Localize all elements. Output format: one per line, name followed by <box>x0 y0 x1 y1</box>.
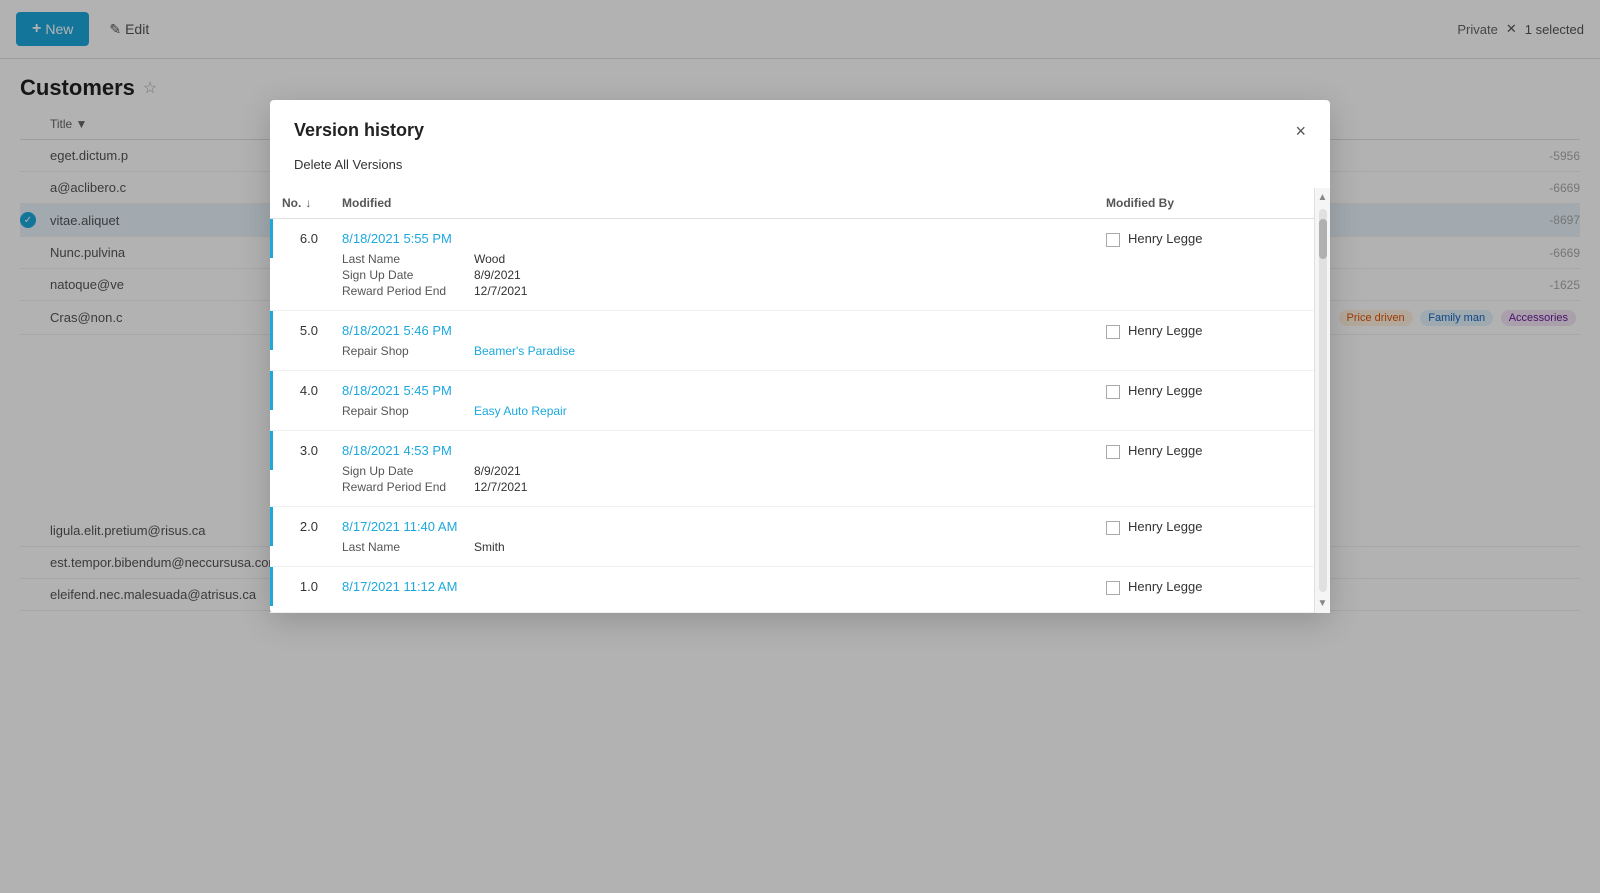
col-modby-header: Modified By <box>1094 196 1314 210</box>
version-modified-by: Henry Legge <box>1094 507 1314 547</box>
change-field: Reward Period End <box>342 284 462 298</box>
col-no-header[interactable]: No. ↓ <box>270 196 330 210</box>
version-changes: Repair Shop Easy Auto Repair <box>342 404 1082 418</box>
version-date[interactable]: 8/17/2021 11:40 AM <box>342 519 1082 534</box>
version-date[interactable]: 8/18/2021 4:53 PM <box>342 443 1082 458</box>
change-value: Smith <box>474 540 505 554</box>
modal-actions: Delete All Versions <box>270 141 1330 188</box>
change-value[interactable]: Easy Auto Repair <box>474 404 567 418</box>
version-change: Sign Up Date 8/9/2021 <box>342 464 1082 478</box>
modified-by-name: Henry Legge <box>1128 519 1202 534</box>
change-field: Sign Up Date <box>342 268 462 282</box>
modal-title: Version history <box>294 120 424 141</box>
modal-overlay: Version history × Delete All Versions No… <box>0 0 1600 893</box>
delete-all-button[interactable]: Delete All Versions <box>294 153 402 176</box>
version-change: Last Name Smith <box>342 540 1082 554</box>
version-number: 1.0 <box>270 567 330 606</box>
change-field: Sign Up Date <box>342 464 462 478</box>
version-content: 8/18/2021 4:53 PM Sign Up Date 8/9/2021 … <box>330 431 1094 506</box>
change-value: Wood <box>474 252 505 266</box>
version-content: 8/17/2021 11:40 AM Last Name Smith <box>330 507 1094 566</box>
version-modified-by: Henry Legge <box>1094 567 1314 607</box>
version-change: Reward Period End 12/7/2021 <box>342 284 1082 298</box>
version-change: Last Name Wood <box>342 252 1082 266</box>
version-row: 1.0 8/17/2021 11:12 AM Henry Legge <box>270 567 1314 613</box>
version-table: No. ↓ Modified Modified By 6.0 8/18/2021… <box>270 188 1314 613</box>
modal-body: No. ↓ Modified Modified By 6.0 8/18/2021… <box>270 188 1330 613</box>
modal-close-button[interactable]: × <box>1295 122 1306 140</box>
col-modified-header: Modified <box>330 196 1094 210</box>
version-date[interactable]: 8/18/2021 5:46 PM <box>342 323 1082 338</box>
version-modified-by: Henry Legge <box>1094 371 1314 411</box>
version-number: 6.0 <box>270 219 330 258</box>
version-checkbox[interactable] <box>1106 581 1120 595</box>
modified-by-name: Henry Legge <box>1128 383 1202 398</box>
version-date[interactable]: 8/17/2021 11:12 AM <box>342 579 1082 594</box>
version-change: Repair Shop Beamer's Paradise <box>342 344 1082 358</box>
version-number: 3.0 <box>270 431 330 470</box>
version-content: 8/18/2021 5:46 PM Repair Shop Beamer's P… <box>330 311 1094 370</box>
version-content: 8/18/2021 5:55 PM Last Name Wood Sign Up… <box>330 219 1094 310</box>
version-checkbox[interactable] <box>1106 521 1120 535</box>
version-checkbox[interactable] <box>1106 445 1120 459</box>
change-value: 8/9/2021 <box>474 268 521 282</box>
version-row: 6.0 8/18/2021 5:55 PM Last Name Wood Sig… <box>270 219 1314 311</box>
version-change: Repair Shop Easy Auto Repair <box>342 404 1082 418</box>
modal-header: Version history × <box>270 100 1330 141</box>
change-field: Repair Shop <box>342 404 462 418</box>
version-changes: Sign Up Date 8/9/2021 Reward Period End … <box>342 464 1082 494</box>
version-rows: 6.0 8/18/2021 5:55 PM Last Name Wood Sig… <box>270 219 1314 613</box>
scroll-up-arrow[interactable]: ▲ <box>1316 190 1330 205</box>
version-checkbox[interactable] <box>1106 325 1120 339</box>
scroll-track <box>1319 209 1327 592</box>
change-field: Last Name <box>342 252 462 266</box>
version-row: 2.0 8/17/2021 11:40 AM Last Name Smith H… <box>270 507 1314 567</box>
change-value: 8/9/2021 <box>474 464 521 478</box>
version-modified-by: Henry Legge <box>1094 431 1314 471</box>
version-checkbox[interactable] <box>1106 233 1120 247</box>
version-modified-by: Henry Legge <box>1094 219 1314 259</box>
version-changes: Last Name Wood Sign Up Date 8/9/2021 Rew… <box>342 252 1082 298</box>
version-content: 8/17/2021 11:12 AM <box>330 567 1094 612</box>
change-value[interactable]: Beamer's Paradise <box>474 344 575 358</box>
version-modified-by: Henry Legge <box>1094 311 1314 351</box>
version-row: 5.0 8/18/2021 5:46 PM Repair Shop Beamer… <box>270 311 1314 371</box>
version-content: 8/18/2021 5:45 PM Repair Shop Easy Auto … <box>330 371 1094 430</box>
modified-by-name: Henry Legge <box>1128 323 1202 338</box>
version-number: 2.0 <box>270 507 330 546</box>
version-changes: Last Name Smith <box>342 540 1082 554</box>
version-changes: Repair Shop Beamer's Paradise <box>342 344 1082 358</box>
version-row: 4.0 8/18/2021 5:45 PM Repair Shop Easy A… <box>270 371 1314 431</box>
change-value: 12/7/2021 <box>474 284 527 298</box>
scroll-thumb <box>1319 219 1327 259</box>
version-change: Reward Period End 12/7/2021 <box>342 480 1082 494</box>
version-number: 5.0 <box>270 311 330 350</box>
version-row: 3.0 8/18/2021 4:53 PM Sign Up Date 8/9/2… <box>270 431 1314 507</box>
version-date[interactable]: 8/18/2021 5:55 PM <box>342 231 1082 246</box>
change-field: Reward Period End <box>342 480 462 494</box>
change-value: 12/7/2021 <box>474 480 527 494</box>
modified-by-name: Henry Legge <box>1128 443 1202 458</box>
version-checkbox[interactable] <box>1106 385 1120 399</box>
version-table-header: No. ↓ Modified Modified By <box>270 188 1314 219</box>
version-change: Sign Up Date 8/9/2021 <box>342 268 1082 282</box>
version-number: 4.0 <box>270 371 330 410</box>
scroll-down-arrow[interactable]: ▼ <box>1316 596 1330 611</box>
change-field: Repair Shop <box>342 344 462 358</box>
modified-by-name: Henry Legge <box>1128 231 1202 246</box>
version-date[interactable]: 8/18/2021 5:45 PM <box>342 383 1082 398</box>
modal-scrollbar[interactable]: ▲ ▼ <box>1314 188 1330 613</box>
change-field: Last Name <box>342 540 462 554</box>
version-history-modal: Version history × Delete All Versions No… <box>270 100 1330 613</box>
modified-by-name: Henry Legge <box>1128 579 1202 594</box>
